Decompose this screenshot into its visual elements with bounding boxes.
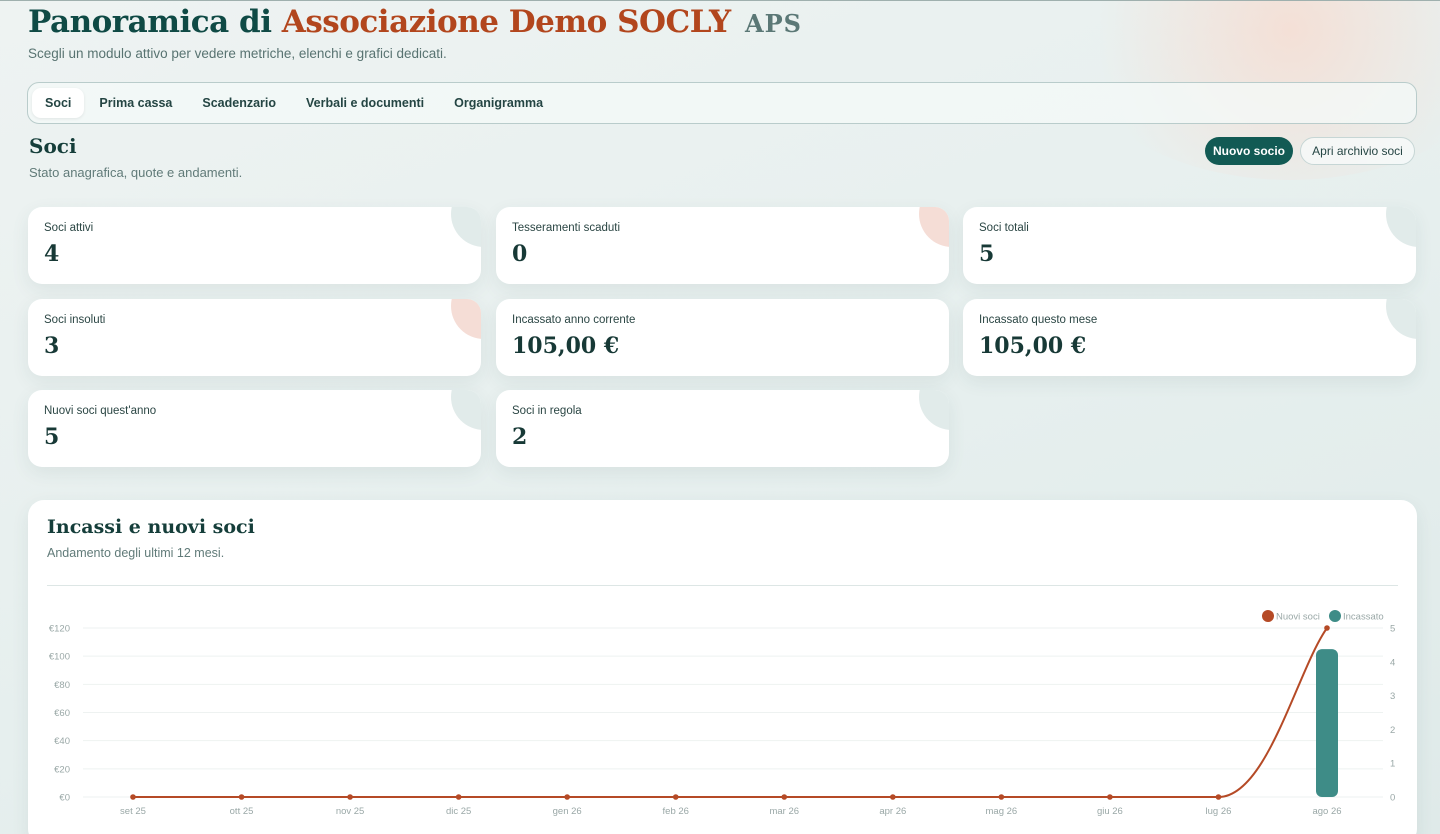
x-axis-tick-label: set 25 [120,806,146,817]
metric-card-tesseramenti-scaduti: Tesseramenti scaduti 0 [496,207,949,284]
card-decoration [1386,299,1416,339]
metric-value: 5 [979,241,995,267]
metric-label: Incassato anno corrente [512,314,636,326]
legend-marker-incassato [1329,610,1341,622]
tab-scadenzario[interactable]: Scadenzario [187,88,291,118]
metric-card-nuovi-soci: Nuovi soci quest'anno 5 [28,390,481,467]
title-organization: Associazione Demo SOCLY [281,4,731,40]
point-nuovi-soci [130,794,136,800]
right-axis-tick-label: 5 [1390,624,1395,635]
point-nuovi-soci [672,794,679,800]
point-nuovi-soci [238,794,245,800]
section-title: Soci [29,134,77,158]
metric-value: 5 [44,424,60,450]
right-axis-tick-label: 2 [1390,725,1395,736]
left-axis-tick-label: €100 [49,652,70,663]
metric-label: Soci attivi [44,222,94,234]
metric-label: Soci in regola [512,405,582,417]
tab-verbali-documenti[interactable]: Verbali e documenti [291,88,439,118]
x-axis-tick-label: gen 26 [553,806,582,817]
legend-marker-nuovi-soci [1262,610,1274,622]
module-tabs: Soci Prima cassa Scadenzario Verbali e d… [27,82,1417,124]
chart-svg: €0 €20 €40 €60 €80 €100 €120 0 1 2 3 4 5 set 25 ott 25… [49,610,1395,817]
title-suffix: APS [744,9,802,38]
new-member-button[interactable]: Nuovo socio [1205,137,1293,165]
x-axis-tick-label: ott 25 [230,806,254,817]
metric-card-soci-attivi: Soci attivi 4 [28,207,481,284]
top-border [0,0,1440,1]
open-archive-button[interactable]: Apri archivio soci [1300,137,1415,165]
x-axis-tick-label: nov 25 [336,806,365,817]
page-title: Panoramica di Associazione Demo SOCLY AP… [28,4,802,40]
card-decoration [919,390,949,430]
card-decoration [919,207,949,247]
card-decoration [1386,207,1416,247]
metric-card-incassato-mese: Incassato questo mese 105,00 € [963,299,1416,376]
point-nuovi-soci [564,794,570,800]
point-nuovi-soci [781,794,788,800]
x-axis-tick-label: ago 26 [1312,806,1341,817]
x-axis-tick-label: feb 26 [663,806,689,817]
point-nuovi-soci [1107,794,1113,800]
right-axis-tick-label: 1 [1390,759,1395,770]
chart-card: Incassi e nuovi soci Andamento degli ult… [28,500,1417,834]
x-axis-tick-label: dic 25 [446,806,471,817]
legend-label-incassato: Incassato [1343,612,1384,623]
metric-label: Incassato questo mese [979,314,1098,326]
metric-card-soci-in-regola: Soci in regola 2 [496,390,949,467]
left-axis-tick-label: €0 [59,793,70,804]
x-axis-tick-label: apr 26 [879,806,906,817]
right-axis-tick-label: 0 [1390,793,1395,804]
metric-label: Soci insoluti [44,314,106,326]
card-decoration [451,390,481,430]
point-nuovi-soci [1324,625,1330,631]
point-nuovi-soci [347,794,353,800]
point-nuovi-soci [455,794,462,800]
point-nuovi-soci [1215,794,1222,800]
metric-label: Tesseramenti scaduti [512,222,621,234]
x-axis-tick-label: mag 26 [986,806,1018,817]
left-axis-tick-label: €60 [54,708,70,719]
metric-value: 105,00 € [512,333,620,359]
section-subtitle: Stato anagrafica, quote e andamenti. [29,165,243,180]
page-subtitle: Scegli un modulo attivo per vedere metri… [28,46,447,61]
x-axis-tick-label: giu 26 [1097,806,1123,817]
x-axis-tick-label: mar 26 [769,806,799,817]
left-axis-tick-label: €80 [54,680,70,691]
right-axis-tick-label: 3 [1390,691,1395,702]
bar-incassato [1316,649,1338,797]
tab-soci[interactable]: Soci [32,88,85,118]
metric-card-soci-totali: Soci totali 5 [963,207,1416,284]
metric-card-soci-insoluti: Soci insoluti 3 [28,299,481,376]
metric-card-incassato-anno: Incassato anno corrente 105,00 € [496,299,949,376]
metric-value: 0 [512,241,528,267]
tab-prima-cassa[interactable]: Prima cassa [84,88,187,118]
metric-value: 4 [44,241,60,267]
metric-value: 3 [44,333,60,359]
point-nuovi-soci [998,794,1005,800]
right-axis-tick-label: 4 [1390,657,1395,668]
metric-value: 2 [512,424,528,450]
legend-label-nuovi-soci: Nuovi soci [1276,612,1320,623]
x-axis-tick-label: lug 26 [1206,806,1232,817]
title-prefix: Panoramica di [28,4,272,40]
metric-value: 105,00 € [979,333,1087,359]
tab-organigramma[interactable]: Organigramma [439,88,558,118]
left-axis-tick-label: €40 [54,736,70,747]
left-axis-tick-label: €120 [49,624,70,635]
metric-label: Nuovi soci quest'anno [44,405,157,417]
metric-label: Soci totali [979,222,1029,234]
card-decoration [451,299,481,339]
left-axis-tick-label: €20 [54,764,70,775]
card-decoration [451,207,481,247]
point-nuovi-soci [890,794,896,800]
